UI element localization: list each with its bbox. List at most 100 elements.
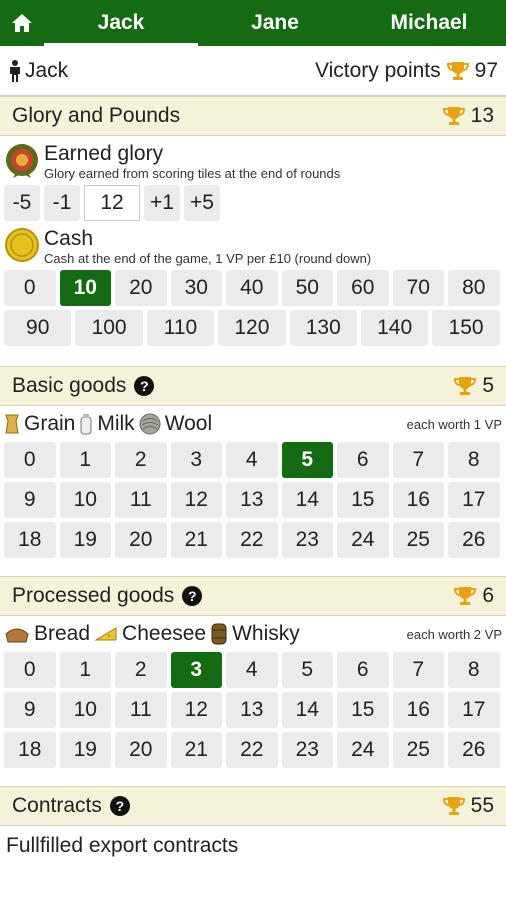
earned-glory-title: Earned glory [44, 142, 164, 165]
basic-goods-option-19[interactable]: 19 [59, 522, 111, 558]
earned-glory-subtitle: Glory earned from scoring tiles at the e… [44, 166, 341, 181]
processed-goods-option-6[interactable]: 6 [337, 652, 389, 688]
basic-goods-option-8[interactable]: 8 [448, 442, 500, 478]
basic-goods-option-13[interactable]: 13 [226, 482, 278, 518]
cash-option-120[interactable]: 120 [218, 310, 286, 346]
cash-options-row2: 90 100 110 120 130 140 150 [0, 306, 506, 346]
basic-goods-option-7[interactable]: 7 [392, 442, 444, 478]
processed-goods-option-22[interactable]: 22 [226, 732, 278, 768]
processed-goods-option-4[interactable]: 4 [226, 652, 278, 688]
cash-option-90[interactable]: 90 [4, 310, 72, 346]
processed-goods-option-1[interactable]: 1 [59, 652, 111, 688]
home-button[interactable] [0, 0, 44, 46]
cash-option-30[interactable]: 30 [170, 270, 222, 306]
basic-goods-option-1[interactable]: 1 [59, 442, 111, 478]
cash-subtitle: Cash at the end of the game, 1 VP per £1… [44, 251, 372, 266]
section-title: Basic goods [12, 374, 127, 397]
basic-goods-options: 0 1 2 3 4 5 6 7 8 9 10 11 12 13 14 15 16 17 18 19 20 21 22 23 24… [0, 438, 506, 558]
processed-goods-option-11[interactable]: 11 [115, 692, 167, 728]
basic-goods-option-21[interactable]: 21 [170, 522, 222, 558]
glory-value-input[interactable]: 12 [84, 185, 140, 221]
tab-jane[interactable]: Jane [198, 0, 352, 46]
basic-goods-option-11[interactable]: 11 [115, 482, 167, 518]
plus-5-button[interactable]: +5 [184, 185, 220, 221]
basic-goods-option-5[interactable]: 5 [281, 442, 333, 478]
basic-goods-option-26[interactable]: 26 [448, 522, 500, 558]
cash-option-130[interactable]: 130 [289, 310, 357, 346]
processed-goods-option-13[interactable]: 13 [226, 692, 278, 728]
basic-goods-option-4[interactable]: 4 [226, 442, 278, 478]
cash-option-70[interactable]: 70 [392, 270, 444, 306]
basic-goods-option-17[interactable]: 17 [448, 482, 500, 518]
tab-jack[interactable]: Jack [44, 0, 198, 46]
processed-goods-option-16[interactable]: 16 [392, 692, 444, 728]
cash-option-40[interactable]: 40 [226, 270, 278, 306]
plus-1-button[interactable]: +1 [144, 185, 180, 221]
processed-goods-option-0[interactable]: 0 [4, 652, 56, 688]
cash-option-100[interactable]: 100 [75, 310, 143, 346]
processed-goods-option-25[interactable]: 25 [392, 732, 444, 768]
tab-michael[interactable]: Michael [352, 0, 506, 46]
section-title: Processed goods [12, 584, 175, 607]
basic-goods-option-23[interactable]: 23 [281, 522, 333, 558]
processed-goods-option-8[interactable]: 8 [448, 652, 500, 688]
home-icon [12, 14, 32, 32]
processed-goods-option-21[interactable]: 21 [170, 732, 222, 768]
basic-goods-option-25[interactable]: 25 [392, 522, 444, 558]
basic-goods-option-9[interactable]: 9 [4, 482, 56, 518]
cash-option-0[interactable]: 0 [4, 270, 56, 306]
processed-goods-option-3[interactable]: 3 [170, 652, 222, 688]
processed-goods-option-10[interactable]: 10 [59, 692, 111, 728]
basic-goods-option-3[interactable]: 3 [170, 442, 222, 478]
good-grain: Grain [24, 412, 76, 435]
wool-icon [139, 413, 161, 435]
help-icon[interactable]: ? [109, 796, 130, 816]
basic-goods-option-6[interactable]: 6 [337, 442, 389, 478]
cash-option-110[interactable]: 110 [146, 310, 215, 346]
help-icon[interactable]: ? [134, 376, 155, 396]
basic-goods-option-10[interactable]: 10 [59, 482, 111, 518]
processed-goods-option-24[interactable]: 24 [337, 732, 389, 768]
section-score: 13 [470, 104, 494, 127]
basic-goods-option-22[interactable]: 22 [226, 522, 278, 558]
player-header: Jack Victory points 97 [0, 46, 506, 96]
cash-option-50[interactable]: 50 [281, 270, 333, 306]
cash-option-80[interactable]: 80 [448, 270, 500, 306]
glory-counter: -5 -1 12 +1 +5 [0, 181, 506, 221]
cash-option-140[interactable]: 140 [360, 310, 429, 346]
cash-option-20[interactable]: 20 [115, 270, 167, 306]
grain-icon [5, 414, 19, 434]
milk-icon [80, 414, 92, 435]
processed-goods-option-15[interactable]: 15 [337, 692, 389, 728]
basic-goods-option-18[interactable]: 18 [4, 522, 56, 558]
basic-goods-option-24[interactable]: 24 [337, 522, 389, 558]
processed-goods-option-20[interactable]: 20 [115, 732, 167, 768]
basic-goods-option-16[interactable]: 16 [392, 482, 444, 518]
processed-goods-option-7[interactable]: 7 [392, 652, 444, 688]
processed-goods-option-12[interactable]: 12 [170, 692, 222, 728]
basic-goods-option-2[interactable]: 2 [115, 442, 167, 478]
processed-goods-option-2[interactable]: 2 [115, 652, 167, 688]
section-glory-pounds: Glory and Pounds 13 [0, 96, 506, 136]
cash-options-row1: 0 10 20 30 40 50 60 70 80 [0, 266, 506, 306]
basic-goods-option-14[interactable]: 14 [281, 482, 333, 518]
minus-1-button[interactable]: -1 [44, 185, 80, 221]
cash-option-10[interactable]: 10 [59, 270, 111, 306]
cash-option-60[interactable]: 60 [337, 270, 389, 306]
basic-goods-option-0[interactable]: 0 [4, 442, 56, 478]
help-icon[interactable]: ? [182, 586, 203, 606]
processed-goods-option-9[interactable]: 9 [4, 692, 56, 728]
processed-goods-option-26[interactable]: 26 [448, 732, 500, 768]
processed-goods-option-18[interactable]: 18 [4, 732, 56, 768]
basic-goods-option-20[interactable]: 20 [115, 522, 167, 558]
cash-option-150[interactable]: 150 [432, 310, 500, 346]
processed-goods-option-19[interactable]: 19 [59, 732, 111, 768]
processed-goods-option-17[interactable]: 17 [448, 692, 500, 728]
basic-goods-option-12[interactable]: 12 [170, 482, 222, 518]
basic-goods-option-15[interactable]: 15 [337, 482, 389, 518]
processed-goods-option-14[interactable]: 14 [281, 692, 333, 728]
processed-goods-option-23[interactable]: 23 [281, 732, 333, 768]
person-icon [10, 59, 20, 82]
minus-5-button[interactable]: -5 [4, 185, 40, 221]
processed-goods-option-5[interactable]: 5 [281, 652, 333, 688]
